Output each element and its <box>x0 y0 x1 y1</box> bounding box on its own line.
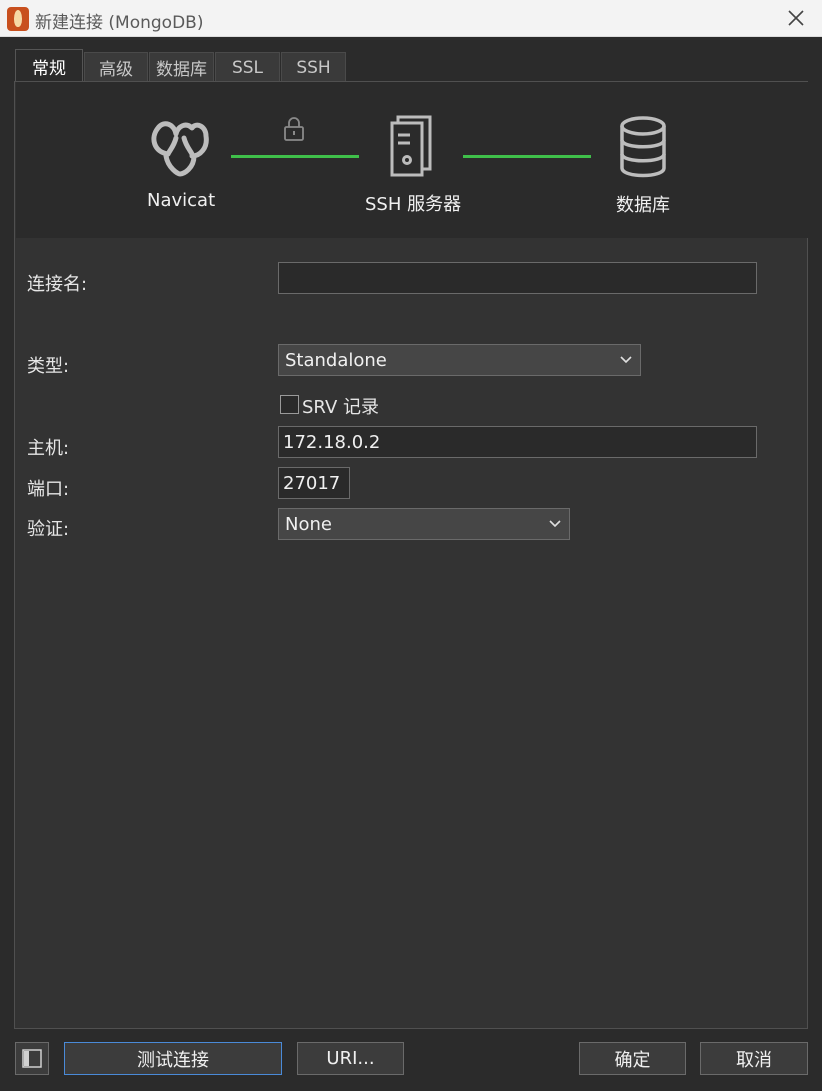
database-icon <box>618 116 668 183</box>
type-select[interactable]: Standalone <box>278 344 641 376</box>
close-icon[interactable] <box>784 6 808 30</box>
cancel-button[interactable]: 取消 <box>700 1042 808 1075</box>
lock-icon <box>282 116 306 147</box>
navicat-mongodb-app-icon <box>7 7 29 31</box>
connection-line-ssh-db <box>463 155 591 158</box>
sidebar-toggle-button[interactable] <box>15 1042 49 1075</box>
server-icon <box>388 115 434 184</box>
type-label: 类型: <box>27 356 70 377</box>
srv-label[interactable]: SRV 记录 <box>302 393 379 419</box>
ok-button[interactable]: 确定 <box>579 1042 686 1075</box>
navicat-logo-icon <box>148 116 212 185</box>
port-label: 端口: <box>27 479 70 500</box>
chevron-down-icon <box>549 520 561 528</box>
auth-label: 验证: <box>27 519 70 540</box>
tab-ssl[interactable]: SSL <box>215 52 280 82</box>
database-label: 数据库 <box>616 195 670 216</box>
window-title: 新建连接 (MongoDB) <box>35 13 204 33</box>
tab-advanced[interactable]: 高级 <box>84 52 148 82</box>
test-connection-button[interactable]: 测试连接 <box>64 1042 282 1075</box>
tab-database[interactable]: 数据库 <box>149 52 214 82</box>
port-input[interactable]: 27017 <box>278 467 350 499</box>
srv-checkbox[interactable] <box>280 395 299 414</box>
tab-general[interactable]: 常规 <box>15 49 83 82</box>
auth-select-value: None <box>285 513 332 535</box>
connection-line-navicat-ssh <box>231 155 359 158</box>
connection-name-input[interactable] <box>278 262 757 294</box>
ssh-server-label: SSH 服务器 <box>365 194 462 215</box>
connection-name-label: 连接名: <box>27 274 88 295</box>
sidebar-toggle-icon <box>22 1049 42 1068</box>
navicat-label: Navicat <box>147 190 216 211</box>
host-label: 主机: <box>27 438 70 459</box>
host-input[interactable]: 172.18.0.2 <box>278 426 757 458</box>
auth-select[interactable]: None <box>278 508 570 540</box>
uri-button[interactable]: URI... <box>297 1042 404 1075</box>
chevron-down-icon <box>620 356 632 364</box>
tab-ssh[interactable]: SSH <box>281 52 346 82</box>
type-select-value: Standalone <box>285 349 387 371</box>
